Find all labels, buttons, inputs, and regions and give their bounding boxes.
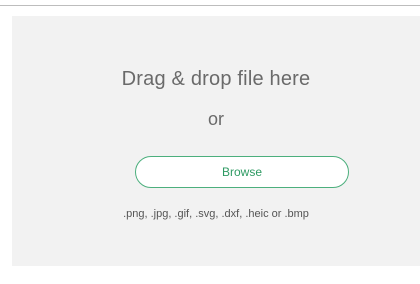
or-separator: or <box>207 109 224 129</box>
divider <box>0 5 420 6</box>
dropzone-heading: Drag & drop file here <box>121 68 311 90</box>
browse-button[interactable]: Browse <box>135 156 349 188</box>
accepted-formats-text: .png, .jpg, .gif, .svg, .dxf, .heic or .… <box>123 208 309 220</box>
upload-panel: Drag & drop file here or Browse .png, .j… <box>0 0 420 284</box>
file-dropzone[interactable]: Drag & drop file here or Browse .png, .j… <box>12 16 420 266</box>
